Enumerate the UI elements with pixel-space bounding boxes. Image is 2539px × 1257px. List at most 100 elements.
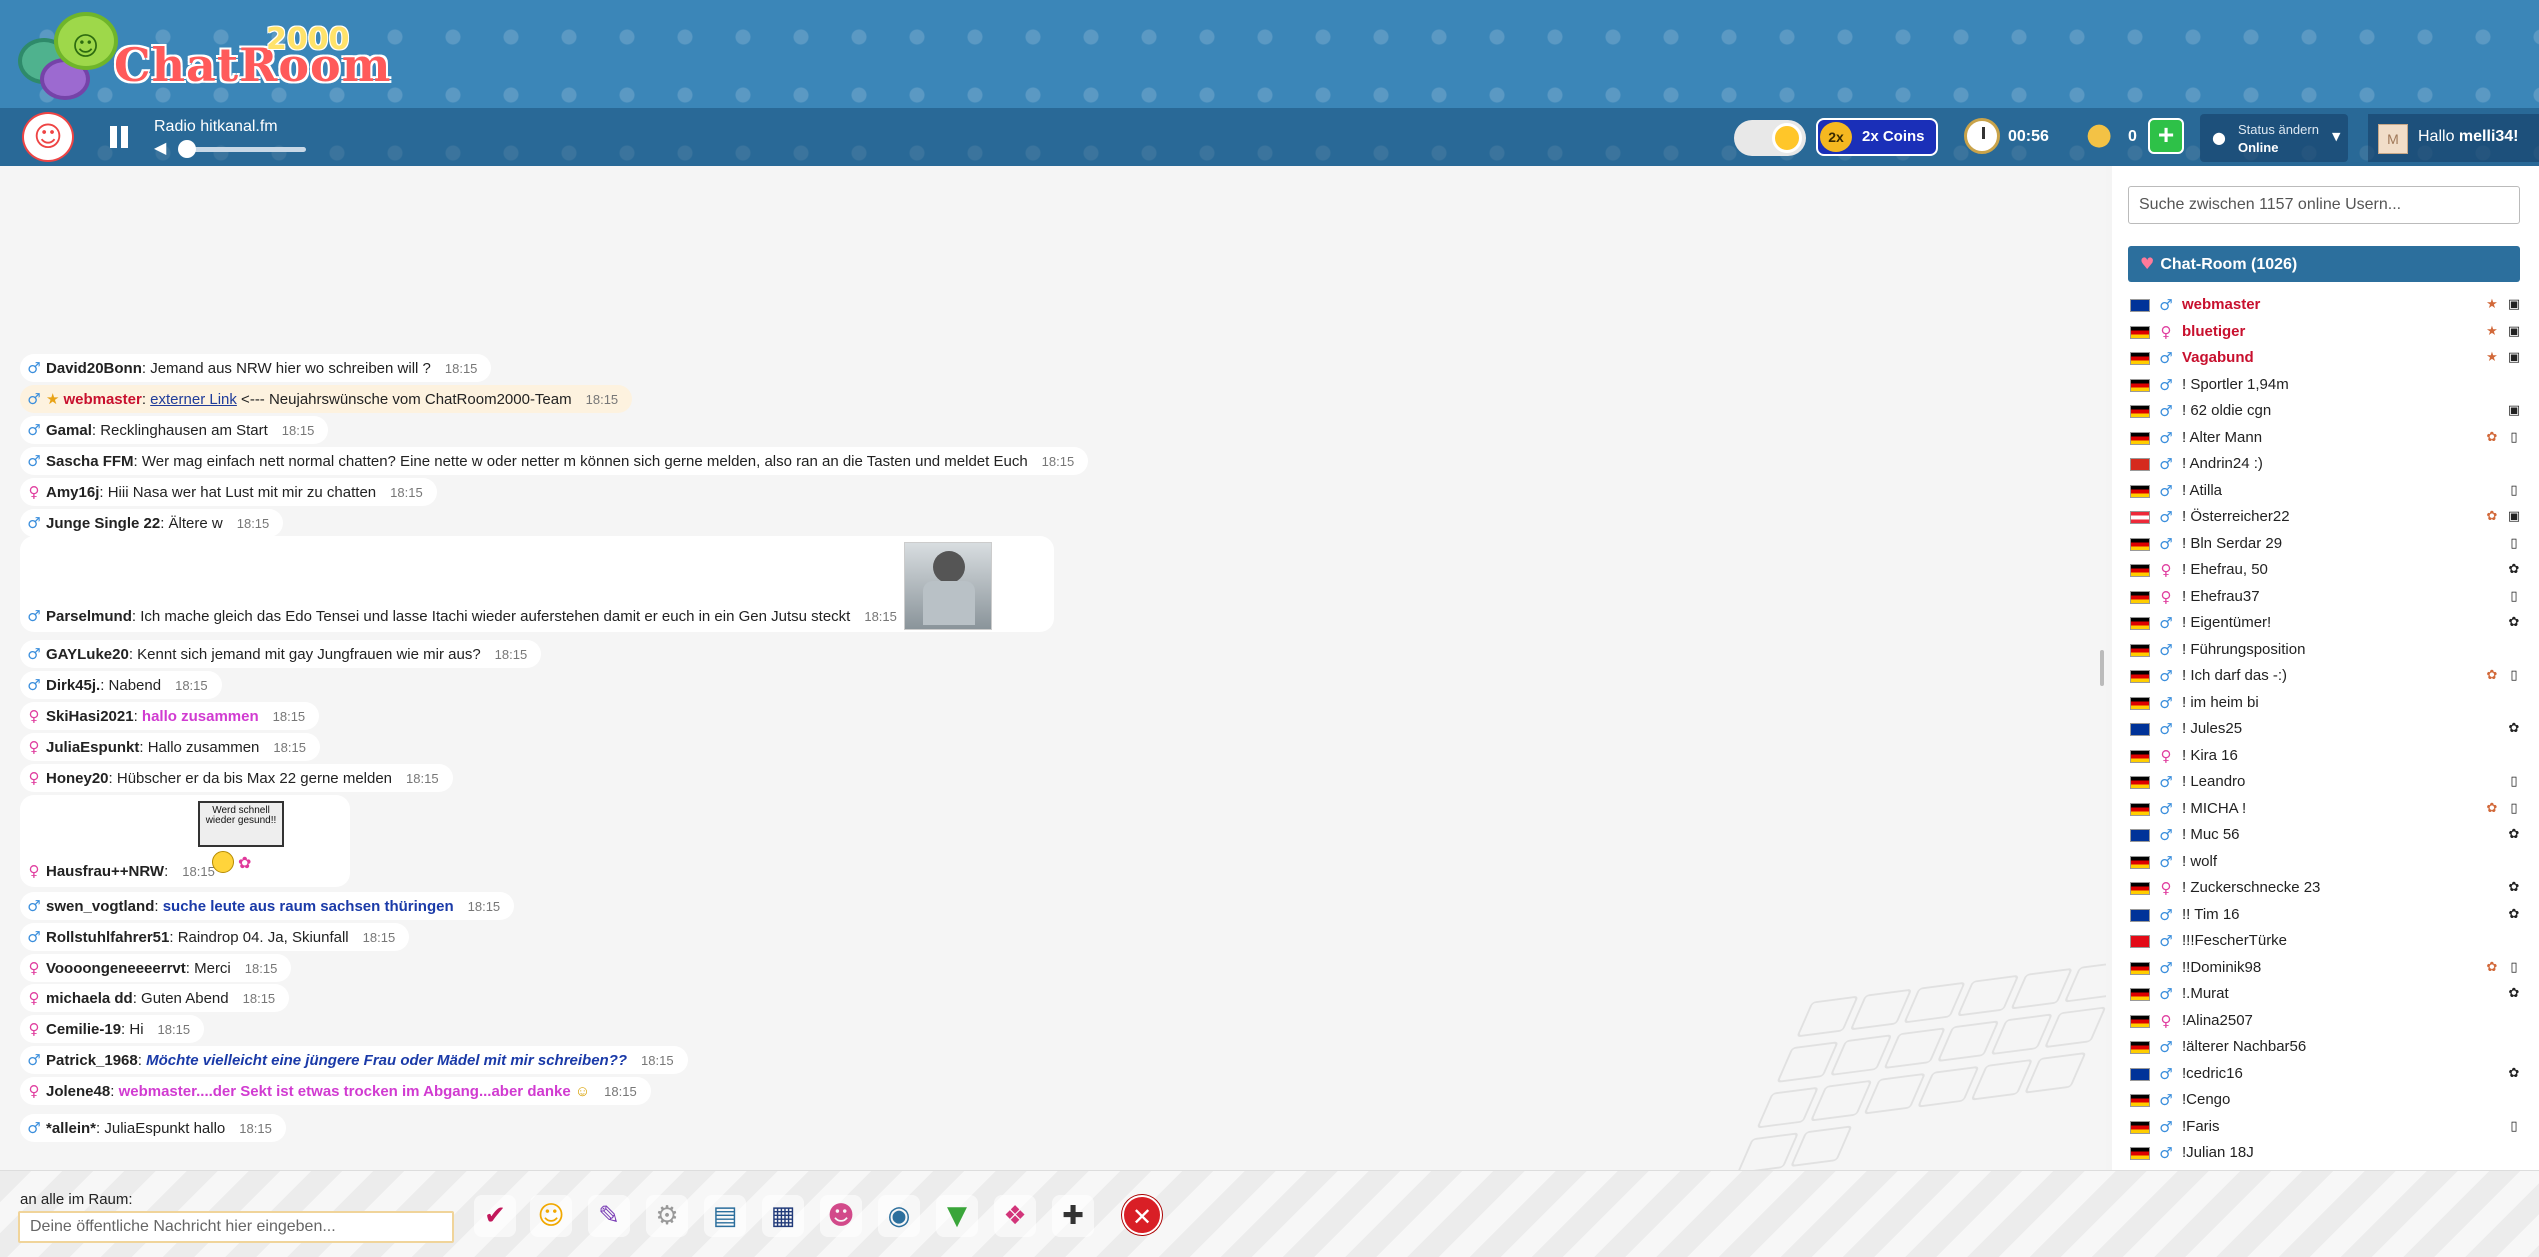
chat-message-area[interactable]: ♂ David20Bonn: Jemand aus NRW hier wo sch… xyxy=(0,166,2106,1170)
film-icon[interactable]: ▦ xyxy=(762,1195,804,1237)
message-input[interactable] xyxy=(18,1211,454,1243)
message-username[interactable]: *allein* xyxy=(46,1120,96,1137)
user-list-item[interactable]: ♀ !Alina2507 xyxy=(2128,1008,2528,1035)
user-search-input[interactable] xyxy=(2128,186,2520,224)
external-link[interactable]: externer Link xyxy=(150,391,237,408)
camera-icon[interactable]: ◉ xyxy=(878,1195,920,1237)
smiley-icon[interactable]: ☺ xyxy=(530,1195,572,1237)
user-list-item[interactable]: ♂ ! Ich darf das -:) ✿ ▯ xyxy=(2128,663,2528,690)
message-username[interactable]: David20Bonn xyxy=(46,360,142,377)
user-name: !!!FescherTürke xyxy=(2182,932,2288,949)
user-list-item[interactable]: ♂ !.Murat ✿ xyxy=(2128,981,2528,1008)
message-username[interactable]: michaela dd xyxy=(46,990,133,1007)
user-list-item[interactable]: ♂ webmaster ★ ▣ xyxy=(2128,292,2528,319)
user-list-item[interactable]: ♀ ! Zuckerschnecke 23 ✿ xyxy=(2128,875,2528,902)
coins-multiplier-badge[interactable]: 2x 2x Coins xyxy=(1816,118,1938,156)
settings-gear-icon[interactable]: ⚙ xyxy=(646,1195,688,1237)
male-icon: ♂ xyxy=(2159,1117,2173,1136)
user-list-item[interactable]: ♂ !cedric16 ✿ xyxy=(2128,1061,2528,1088)
volume-slider-handle[interactable] xyxy=(178,140,196,158)
message-username[interactable]: SkiHasi2021 xyxy=(46,708,134,725)
user-list-item[interactable]: ♂ ! Muc 56 ✿ xyxy=(2128,822,2528,849)
user-list-item[interactable]: ♀ bluetiger ★ ▣ xyxy=(2128,319,2528,346)
room-header[interactable]: ♥ Chat-Room (1026) xyxy=(2128,246,2520,282)
gift-icon[interactable]: ❖ xyxy=(994,1195,1036,1237)
radio-mascot-icon[interactable]: ☺ xyxy=(22,112,74,162)
country-flag-icon xyxy=(2130,458,2150,471)
user-list-item[interactable]: ♂ ! MICHA ! ✿ ▯ xyxy=(2128,796,2528,823)
user-list-item[interactable]: ♀ ! Ehefrau, 50 ✿ xyxy=(2128,557,2528,584)
shop-basket-icon[interactable]: ▼ xyxy=(936,1195,978,1237)
user-list-item[interactable]: ♂ ! Österreicher22 ✿ ▣ xyxy=(2128,504,2528,531)
user-list-item[interactable]: ♂ ! Sportler 1,94m xyxy=(2128,372,2528,399)
user-list-item[interactable]: ♀ ! Kira 16 xyxy=(2128,743,2528,770)
user-list-item[interactable]: ♀ ! Ehefrau37 ▯ xyxy=(2128,584,2528,611)
user-list-item[interactable]: ♂ ! im heim bi xyxy=(2128,690,2528,717)
message-username[interactable]: Cemilie-19 xyxy=(46,1021,121,1038)
sticker-text: Werd schnell wieder gesund!! xyxy=(198,801,284,847)
user-list-item[interactable]: ♂ ! Führungsposition xyxy=(2128,637,2528,664)
user-list-item[interactable]: ♂ !Cengo xyxy=(2128,1087,2528,1114)
country-flag-icon xyxy=(2130,299,2150,312)
message-username[interactable]: Parselmund xyxy=(46,608,132,625)
region-crest-icon: ▣ xyxy=(2507,403,2521,418)
male-icon: ♂ xyxy=(2159,375,2173,394)
award-badge-icon: ✿ xyxy=(2508,721,2520,736)
message-username[interactable]: Hausfrau++NRW xyxy=(46,863,164,880)
message-username[interactable]: JuliaEspunkt xyxy=(46,739,139,756)
palette-icon[interactable]: ✎ xyxy=(588,1195,630,1237)
user-list-item[interactable]: ♂ ! 62 oldie cgn ▣ xyxy=(2128,398,2528,425)
user-list-item[interactable]: ♂ !!!FescherTürke xyxy=(2128,928,2528,955)
friends-icon[interactable]: ☻ xyxy=(820,1195,862,1237)
panel-resize-handle[interactable] xyxy=(2100,650,2104,686)
volume-slider[interactable] xyxy=(184,147,306,152)
message-username[interactable]: Rollstuhlfahrer51 xyxy=(46,929,169,946)
user-list-item[interactable]: ♂ ! Andrin24 :) xyxy=(2128,451,2528,478)
buy-coins-button[interactable]: + xyxy=(2148,118,2184,154)
message-username[interactable]: Honey20 xyxy=(46,770,109,787)
separator: : xyxy=(137,1052,147,1069)
posted-image[interactable] xyxy=(904,542,992,630)
user-list-item[interactable]: ♂ ! Atilla ▯ xyxy=(2128,478,2528,505)
radio-pause-button[interactable] xyxy=(110,126,132,148)
chatroom-logo[interactable]: ☺ ChatRoom 2000 xyxy=(14,8,390,100)
user-list-item[interactable]: ♂ ! Jules25 ✿ xyxy=(2128,716,2528,743)
volume-icon[interactable]: ◀ xyxy=(154,138,166,157)
checkmark-icon[interactable]: ✔ xyxy=(474,1195,516,1237)
user-list-item[interactable]: ♂ ! Eigentümer! ✿ xyxy=(2128,610,2528,637)
online-user-list[interactable]: ♂ webmaster ★ ▣ ♀ bluetiger ★ ▣ ♂ Vagabund ★ ▣ ♂ ! Sp… xyxy=(2128,292,2528,1167)
status-menu[interactable]: ● Status ändern Online ▼ xyxy=(2200,114,2348,162)
message-username[interactable]: Patrick_1968 xyxy=(46,1052,138,1069)
message-username[interactable]: Amy16j xyxy=(46,484,99,501)
user-list-item[interactable]: ♂ Vagabund ★ ▣ xyxy=(2128,345,2528,372)
user-list-item[interactable]: ♂ !Julian 18J xyxy=(2128,1140,2528,1167)
game-controller-icon[interactable]: ✚ xyxy=(1052,1195,1094,1237)
message-username[interactable]: swen_vogtland xyxy=(46,898,154,915)
message-username[interactable]: Junge Single 22 xyxy=(46,515,160,532)
user-list-item[interactable]: ♂ ! Bln Serdar 29 ▯ xyxy=(2128,531,2528,558)
message-username[interactable]: Dirk45j. xyxy=(46,677,100,694)
user-list-item[interactable]: ♂ ! Alter Mann ✿ ▯ xyxy=(2128,425,2528,452)
message-username[interactable]: Jolene48 xyxy=(46,1083,110,1100)
profile-card-icon[interactable]: ▤ xyxy=(704,1195,746,1237)
avatar: M xyxy=(2378,124,2408,154)
separator: : xyxy=(141,391,151,408)
close-icon[interactable]: ✕ xyxy=(1122,1195,1162,1235)
day-night-toggle[interactable] xyxy=(1734,120,1806,156)
message-username[interactable]: Voooongeneeeerrvt xyxy=(46,960,186,977)
message-username[interactable]: GAYLuke20 xyxy=(46,646,129,663)
user-name: ! Ich darf das -:) xyxy=(2182,667,2288,684)
user-list-item[interactable]: ♂ !!Dominik98 ✿ ▯ xyxy=(2128,955,2528,982)
user-list-item[interactable]: ♂ ! Leandro ▯ xyxy=(2128,769,2528,796)
user-list-item[interactable]: ♂ !! Tim 16 ✿ xyxy=(2128,902,2528,929)
user-list-item[interactable]: ♂ ! wolf xyxy=(2128,849,2528,876)
user-menu[interactable]: M Hallo melli34! xyxy=(2368,114,2539,162)
user-list-item[interactable]: ♂ !älterer Nachbar56 xyxy=(2128,1034,2528,1061)
user-list-item[interactable]: ♂ !Faris ▯ xyxy=(2128,1114,2528,1141)
message-username[interactable]: Gamal xyxy=(46,422,92,439)
region-crest-icon: ▣ xyxy=(2507,297,2521,312)
message-username[interactable]: Sascha FFM xyxy=(46,453,134,470)
male-icon: ♂ xyxy=(2159,508,2173,526)
message-username[interactable]: webmaster xyxy=(63,391,141,408)
get-well-sticker[interactable]: Werd schnell wieder gesund!! ✿ xyxy=(198,801,284,875)
